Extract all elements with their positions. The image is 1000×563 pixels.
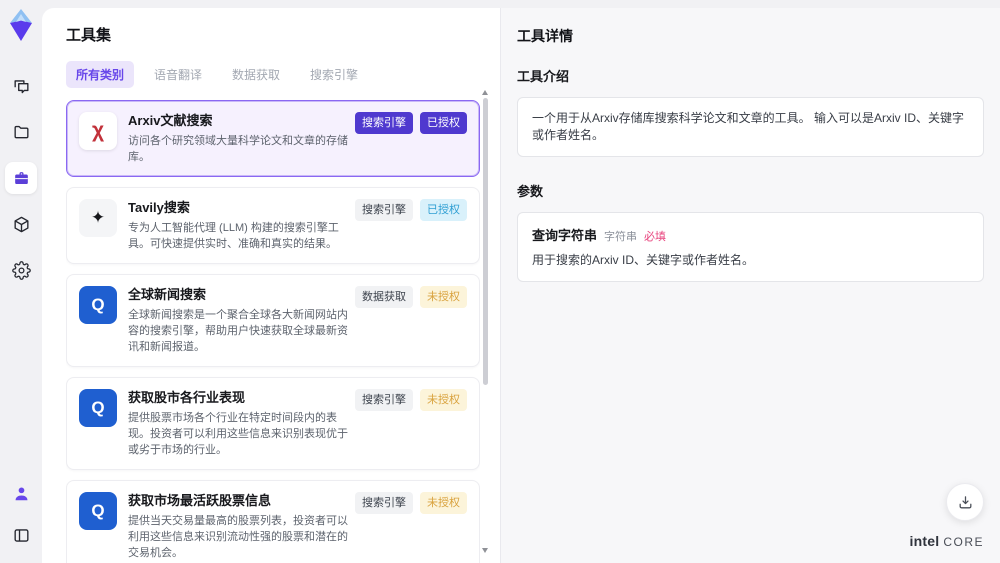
auth-status-badge: 未授权 bbox=[420, 492, 467, 514]
news-search-icon: Q bbox=[79, 286, 117, 324]
card-badges: 搜索引擎 未授权 bbox=[355, 492, 467, 561]
tool-detail-panel: 工具详情 工具介绍 一个用于从Arxiv存储库搜索科学论文和文章的工具。 输入可… bbox=[501, 8, 1000, 563]
intro-text: 一个用于从Arxiv存储库搜索科学论文和文章的工具。 输入可以是Arxiv ID… bbox=[532, 111, 965, 142]
auth-status-badge: 未授权 bbox=[420, 286, 467, 308]
chat-icon[interactable] bbox=[5, 70, 37, 102]
tool-name: Tavily搜索 bbox=[128, 200, 190, 215]
tab-data-fetch[interactable]: 数据获取 bbox=[222, 61, 290, 88]
panel-toggle-icon[interactable] bbox=[5, 519, 37, 551]
card-body: Tavily搜索 专为人工智能代理 (LLM) 构建的搜索引擎工具。可快速提供实… bbox=[128, 199, 350, 252]
category-badge: 搜索引擎 bbox=[355, 112, 413, 134]
stock-sector-icon: Q bbox=[79, 389, 117, 427]
card-body: 获取市场最活跃股票信息 提供当天交易量最高的股票列表，投资者可以利用这些信息来识… bbox=[128, 492, 350, 561]
card-body: 全球新闻搜索 全球新闻搜索是一个聚合全球各大新闻网站内容的搜索引擎，帮助用户快速… bbox=[128, 286, 350, 355]
tool-name: 全球新闻搜索 bbox=[128, 287, 207, 302]
category-badge: 搜索引擎 bbox=[355, 199, 413, 221]
detail-title: 工具详情 bbox=[517, 28, 573, 44]
card-badges: 搜索引擎 已授权 bbox=[355, 199, 467, 252]
download-button[interactable] bbox=[946, 483, 984, 521]
auth-status-badge: 已授权 bbox=[420, 112, 467, 134]
tool-desc: 访问各个研究领域大量科学论文和文章的存储库。 bbox=[128, 135, 348, 163]
rail-bottom bbox=[5, 477, 37, 551]
intel-core-logo: intel CORE bbox=[910, 533, 984, 549]
toolbox-icon[interactable] bbox=[5, 162, 37, 194]
tavily-star-icon: ✦ bbox=[79, 199, 117, 237]
tool-name: Arxiv文献搜索 bbox=[128, 113, 213, 128]
parameter-desc: 用于搜索的Arxiv ID、关键字或作者姓名。 bbox=[532, 253, 755, 267]
parameter-box: 查询字符串 字符串 必填 用于搜索的Arxiv ID、关键字或作者姓名。 bbox=[517, 212, 984, 282]
tab-all-categories[interactable]: 所有类别 bbox=[66, 61, 135, 88]
category-badge: 搜索引擎 bbox=[355, 389, 413, 411]
profile-avatar-icon[interactable] bbox=[5, 477, 37, 509]
tool-card-global-news[interactable]: Q 全球新闻搜索 全球新闻搜索是一个聚合全球各大新闻网站内容的搜索引擎，帮助用户… bbox=[66, 274, 480, 367]
scroll-down-arrow-icon[interactable] bbox=[482, 548, 488, 553]
tool-name: 获取股市各行业表现 bbox=[128, 390, 246, 405]
settings-gear-icon[interactable] bbox=[5, 254, 37, 286]
category-badge: 搜索引擎 bbox=[355, 492, 413, 514]
cube-icon[interactable] bbox=[5, 208, 37, 240]
auth-status-badge: 已授权 bbox=[420, 199, 467, 221]
required-badge: 必填 bbox=[644, 231, 667, 243]
parameter-header: 查询字符串 字符串 必填 bbox=[532, 225, 969, 244]
category-badge: 数据获取 bbox=[355, 286, 413, 308]
auth-status-badge: 未授权 bbox=[420, 389, 467, 411]
folder-icon[interactable] bbox=[5, 116, 37, 148]
tool-card-stock-sector[interactable]: Q 获取股市各行业表现 提供股票市场各个行业在特定时间段内的表现。投资者可以利用… bbox=[66, 377, 480, 470]
card-badges: 搜索引擎 未授权 bbox=[355, 389, 467, 458]
tool-name: 获取市场最活跃股票信息 bbox=[128, 493, 272, 508]
card-badges: 搜索引擎 已授权 bbox=[355, 112, 467, 165]
card-body: Arxiv文献搜索 访问各个研究领域大量科学论文和文章的存储库。 bbox=[128, 112, 350, 165]
app-window: 工具集 所有类别 语音翻译 数据获取 搜索引擎 χ Arxiv文献搜索 访问各个… bbox=[0, 0, 1000, 563]
category-tabs: 所有类别 语音翻译 数据获取 搜索引擎 bbox=[66, 61, 500, 88]
scrollbar-thumb[interactable] bbox=[482, 98, 488, 386]
tool-desc: 专为人工智能代理 (LLM) 构建的搜索引擎工具。可快速提供实时、准确和真实的结… bbox=[128, 222, 339, 250]
arxiv-logo-icon: χ bbox=[79, 112, 117, 150]
tool-card-active-stocks[interactable]: Q 获取市场最活跃股票信息 提供当天交易量最高的股票列表，投资者可以利用这些信息… bbox=[66, 480, 480, 563]
params-heading: 参数 bbox=[517, 184, 544, 199]
tool-card-arxiv[interactable]: χ Arxiv文献搜索 访问各个研究领域大量科学论文和文章的存储库。 搜索引擎 … bbox=[66, 100, 480, 177]
tools-panel: 工具集 所有类别 语音翻译 数据获取 搜索引擎 χ Arxiv文献搜索 访问各个… bbox=[42, 8, 501, 563]
tool-card-list: χ Arxiv文献搜索 访问各个研究领域大量科学论文和文章的存储库。 搜索引擎 … bbox=[66, 100, 480, 563]
card-body: 获取股市各行业表现 提供股票市场各个行业在特定时间段内的表现。投资者可以利用这些… bbox=[128, 389, 350, 458]
app-logo-icon bbox=[6, 8, 36, 42]
intel-wordmark: intel bbox=[909, 533, 940, 549]
tab-voice-translation[interactable]: 语音翻译 bbox=[144, 61, 212, 88]
left-icon-rail bbox=[0, 0, 42, 563]
page-title: 工具集 bbox=[66, 27, 112, 44]
card-badges: 数据获取 未授权 bbox=[355, 286, 467, 355]
list-scrollbar[interactable] bbox=[482, 90, 488, 553]
main-surface: 工具集 所有类别 语音翻译 数据获取 搜索引擎 χ Arxiv文献搜索 访问各个… bbox=[42, 8, 1000, 563]
tool-card-tavily[interactable]: ✦ Tavily搜索 专为人工智能代理 (LLM) 构建的搜索引擎工具。可快速提… bbox=[66, 187, 480, 264]
tool-desc: 提供股票市场各个行业在特定时间段内的表现。投资者可以利用这些信息来识别表现优于或… bbox=[128, 412, 348, 456]
core-wordmark: CORE bbox=[943, 535, 984, 549]
active-stocks-icon: Q bbox=[79, 492, 117, 530]
parameter-type: 字符串 bbox=[604, 231, 638, 243]
intro-heading: 工具介绍 bbox=[517, 69, 570, 84]
intro-box: 一个用于从Arxiv存储库搜索科学论文和文章的工具。 输入可以是Arxiv ID… bbox=[517, 97, 984, 157]
rail-nav bbox=[5, 70, 37, 286]
scroll-up-arrow-icon[interactable] bbox=[482, 90, 488, 95]
tool-desc: 全球新闻搜索是一个聚合全球各大新闻网站内容的搜索引擎，帮助用户快速获取全球最新资… bbox=[128, 309, 348, 353]
parameter-name: 查询字符串 bbox=[532, 228, 598, 243]
tab-search-engine[interactable]: 搜索引擎 bbox=[300, 61, 368, 88]
tool-desc: 提供当天交易量最高的股票列表，投资者可以利用这些信息来识别流动性强的股票和潜在的… bbox=[128, 515, 348, 559]
